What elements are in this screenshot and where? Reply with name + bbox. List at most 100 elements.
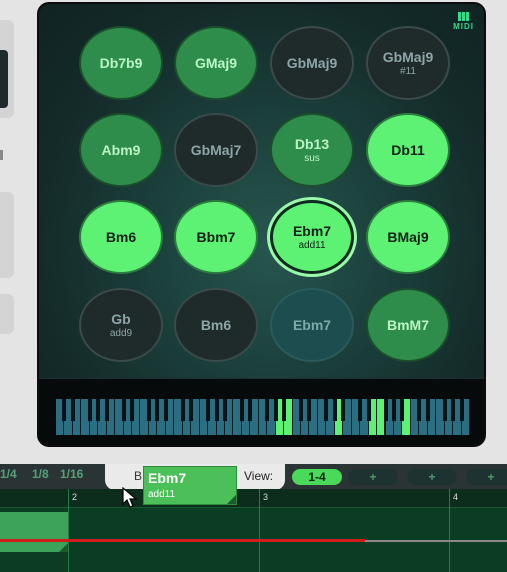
chord-pad-name: Ebm7 — [292, 223, 332, 239]
chord-pad[interactable]: Ebm7 — [270, 288, 354, 362]
black-key[interactable] — [70, 399, 75, 421]
chord-pad-name: Bbm7 — [196, 229, 236, 245]
arrange-timeline[interactable]: 2 3 4 — [0, 489, 507, 572]
black-key[interactable] — [130, 399, 135, 421]
bar-number: 3 — [263, 492, 269, 502]
quantize-1-8[interactable]: 1/8 — [32, 467, 49, 481]
quantize-1-4[interactable]: 1/4 — [0, 467, 17, 481]
black-key[interactable] — [239, 399, 244, 421]
black-key[interactable] — [87, 399, 92, 421]
black-key[interactable] — [425, 399, 430, 421]
chord-pad[interactable]: Ebm7 add11 — [270, 200, 354, 274]
black-key[interactable] — [442, 399, 447, 421]
black-key[interactable] — [332, 399, 337, 421]
grid-line — [259, 489, 260, 572]
chord-pad[interactable]: Gb add9 — [79, 288, 163, 362]
bar-number: 4 — [453, 492, 459, 502]
black-key[interactable] — [451, 399, 456, 421]
black-key[interactable] — [96, 399, 101, 421]
timeline-ruler[interactable]: 2 3 4 — [0, 489, 507, 508]
chord-pad-name: GMaj9 — [194, 55, 237, 71]
chord-pad[interactable]: GbMaj9 — [270, 26, 354, 100]
piano-icon — [453, 12, 474, 21]
black-key[interactable] — [273, 399, 278, 421]
black-key[interactable] — [307, 399, 312, 421]
black-key[interactable] — [324, 399, 329, 421]
chord-pad[interactable]: Abm9 — [79, 113, 163, 187]
midi-label: MIDI — [453, 22, 474, 31]
playback-progress-line — [0, 539, 365, 542]
black-key[interactable] — [299, 399, 304, 421]
bar-number: 2 — [72, 492, 78, 502]
black-key[interactable] — [121, 399, 126, 421]
black-key[interactable] — [383, 399, 388, 421]
b-label: B — [134, 469, 143, 483]
black-key[interactable] — [265, 399, 270, 421]
black-key[interactable] — [400, 399, 405, 421]
grid-line — [449, 489, 450, 572]
chord-pad[interactable]: Bbm7 — [174, 200, 258, 274]
piano-keyboard[interactable] — [56, 399, 470, 435]
black-key[interactable] — [341, 399, 346, 421]
chord-pad[interactable]: Db11 — [366, 113, 450, 187]
black-key[interactable] — [180, 399, 185, 421]
quantize-1-16[interactable]: 1/16 — [60, 467, 83, 481]
chord-pad[interactable]: GMaj9 — [174, 26, 258, 100]
black-key[interactable] — [248, 399, 253, 421]
dragged-chord-chip[interactable]: Ebm7 add11 — [143, 466, 237, 505]
black-key[interactable] — [146, 399, 151, 421]
chord-pad[interactable]: GbMaj7 — [174, 113, 258, 187]
chord-pad[interactable]: Db7b9 — [79, 26, 163, 100]
chord-pad-name: Abm9 — [101, 142, 141, 158]
view-label: View: — [244, 469, 274, 483]
chord-pad-sub: add9 — [109, 328, 133, 339]
chord-pad-name: Gb — [111, 311, 131, 327]
black-key[interactable] — [214, 399, 219, 421]
black-key[interactable] — [366, 399, 371, 421]
chord-pad-name: Bm6 — [200, 317, 232, 333]
black-key[interactable] — [358, 399, 363, 421]
black-key[interactable] — [417, 399, 422, 421]
chord-pad-sub: sus — [304, 153, 320, 164]
black-key[interactable] — [104, 399, 109, 421]
black-key[interactable] — [155, 399, 160, 421]
chip-chord-name: Ebm7 — [148, 470, 187, 486]
view-button-1-4[interactable]: 1-4 — [292, 469, 342, 485]
chord-pad-name: BmM7 — [386, 317, 429, 333]
keyboard-area — [39, 378, 484, 445]
left-panel-lower — [0, 294, 14, 334]
chord-pad[interactable]: BMaj9 — [366, 200, 450, 274]
chord-pad-sub: add11 — [298, 240, 326, 251]
chord-pad-name: Db7b9 — [99, 55, 143, 71]
chord-pad-name: GbMaj9 — [286, 55, 338, 71]
black-key[interactable] — [391, 399, 396, 421]
chord-pad[interactable]: BmM7 — [366, 288, 450, 362]
left-panel-display — [0, 50, 8, 108]
view-add-button[interactable]: + — [466, 469, 507, 485]
black-key[interactable] — [222, 399, 227, 421]
black-key[interactable] — [62, 399, 67, 421]
black-key[interactable] — [206, 399, 211, 421]
view-add-button[interactable]: + — [407, 469, 457, 485]
chord-pad-name: Db11 — [391, 142, 425, 158]
chord-pad-panel: MIDI Db7b9 GMaj9 GbMaj9 GbMaj9 #11 Abm9 GbMaj7… — [37, 2, 486, 447]
midi-indicator[interactable]: MIDI — [453, 12, 474, 31]
chord-pad[interactable]: Bm6 — [174, 288, 258, 362]
chord-pad[interactable]: Bm6 — [79, 200, 163, 274]
black-key[interactable] — [189, 399, 194, 421]
black-key[interactable] — [282, 399, 287, 421]
left-panel-middle — [0, 192, 14, 278]
left-panel-marker — [0, 150, 3, 160]
grid-line — [68, 489, 69, 572]
black-key[interactable] — [163, 399, 168, 421]
chord-pad-name: Bm6 — [105, 229, 137, 245]
view-add-button[interactable]: + — [348, 469, 398, 485]
chord-pad[interactable]: Db13 sus — [270, 113, 354, 187]
chord-pad[interactable]: GbMaj9 #11 — [366, 26, 450, 100]
chord-pad-name: GbMaj9 — [382, 49, 434, 65]
chord-pad-name: Ebm7 — [292, 317, 332, 333]
black-key[interactable] — [459, 399, 464, 421]
chord-region[interactable] — [0, 512, 68, 552]
chord-pad-name: GbMaj7 — [190, 142, 242, 158]
chip-chord-sub: add11 — [148, 489, 176, 500]
